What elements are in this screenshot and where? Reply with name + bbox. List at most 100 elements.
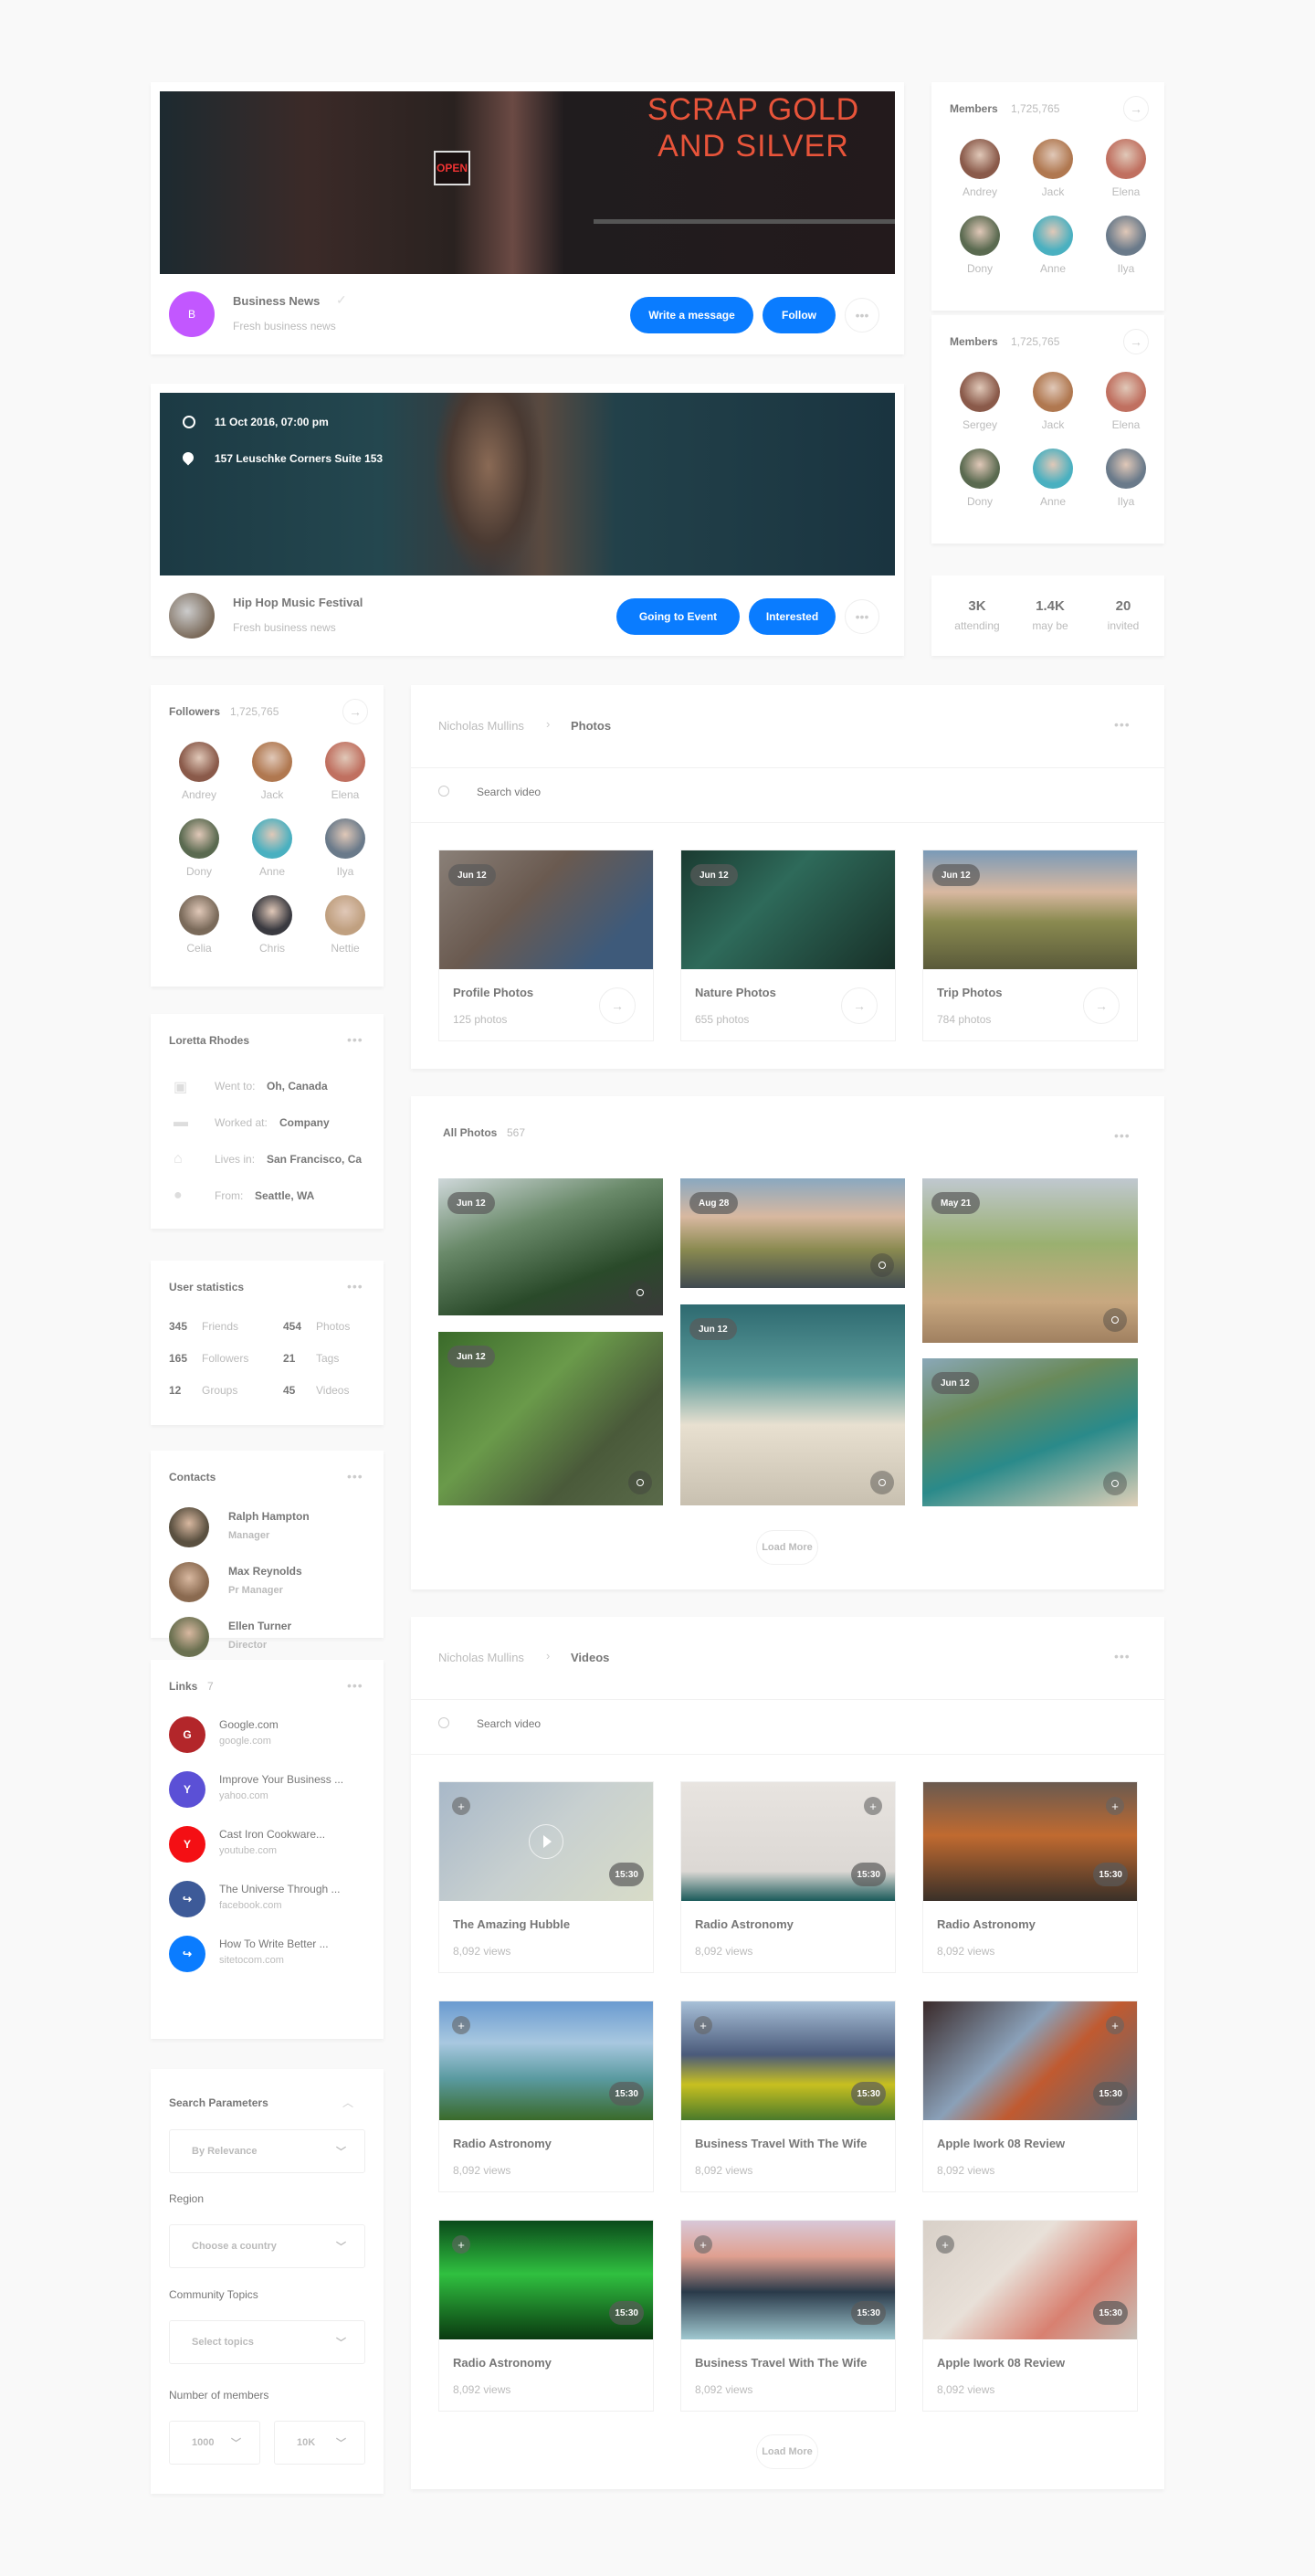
album-card[interactable]: Jun 12 Trip Photos 784 photos → <box>922 850 1138 1041</box>
video-card[interactable]: +15:30 Radio Astronomy 8,092 views <box>438 2220 654 2412</box>
photos-search-input[interactable] <box>477 782 1025 802</box>
person-item[interactable]: Andrey <box>948 139 1012 198</box>
topics-select[interactable]: Select topics ﹀ <box>169 2320 365 2364</box>
videos-search-input[interactable] <box>477 1714 1025 1734</box>
divider <box>411 767 1164 768</box>
more-dots-icon[interactable]: ••• <box>845 599 879 634</box>
region-select[interactable]: Choose a country ﹀ <box>169 2224 365 2268</box>
contact-item[interactable]: Max Reynolds Pr Manager <box>169 1562 365 1606</box>
write-message-button[interactable]: Write a message <box>630 297 753 333</box>
photo-tile[interactable]: Jun 12 <box>438 1332 663 1505</box>
person-item[interactable]: Celia <box>167 895 231 955</box>
person-item[interactable]: Ilya <box>313 818 377 878</box>
more-dots-icon[interactable]: ••• <box>347 1279 363 1293</box>
more-dots-icon[interactable]: ••• <box>347 1032 363 1047</box>
zoom-icon[interactable] <box>870 1253 894 1277</box>
event-name: Hip Hop Music Festival <box>233 596 363 609</box>
link-item[interactable]: ↪ How To Write Better ... sitetocom.com <box>169 1936 365 1976</box>
breadcrumb-root[interactable]: Nicholas Mullins <box>438 1651 524 1664</box>
video-card[interactable]: +15:30 Radio Astronomy 8,092 views <box>680 1781 896 1973</box>
date-badge: May 21 <box>931 1192 981 1214</box>
add-icon[interactable]: + <box>452 1797 470 1815</box>
chevron-up-icon[interactable]: ︿ <box>342 2095 353 2110</box>
person-item[interactable]: Anne <box>1021 449 1085 508</box>
add-icon[interactable]: + <box>452 2016 470 2034</box>
link-item[interactable]: Y Cast Iron Cookware... youtube.com <box>169 1826 365 1866</box>
person-item[interactable]: Jack <box>1021 139 1085 198</box>
video-card[interactable]: +15:30 Apple Iwork 08 Review 8,092 views <box>922 2220 1138 2412</box>
interested-button[interactable]: Interested <box>749 598 836 635</box>
load-more-button[interactable]: Load More <box>756 1530 818 1565</box>
contact-item[interactable]: Ellen Turner Director <box>169 1617 365 1661</box>
video-card[interactable]: +15:30 Business Travel With The Wife 8,092… <box>680 2001 896 2192</box>
contact-item[interactable]: Ralph Hampton Manager <box>169 1507 365 1551</box>
arrow-right-icon[interactable]: → <box>1123 96 1149 121</box>
zoom-icon[interactable] <box>1103 1308 1127 1332</box>
add-icon[interactable]: + <box>864 1797 882 1815</box>
person-item[interactable]: Dony <box>948 216 1012 275</box>
person-item[interactable]: Andrey <box>167 742 231 801</box>
person-item[interactable]: Elena <box>1094 372 1158 431</box>
person-item[interactable]: Elena <box>313 742 377 801</box>
arrow-right-icon[interactable]: → <box>342 699 368 724</box>
zoom-icon[interactable] <box>870 1471 894 1494</box>
zoom-icon[interactable] <box>628 1471 652 1494</box>
person-item[interactable]: Anne <box>1021 216 1085 275</box>
person-item[interactable]: Dony <box>948 449 1012 508</box>
members-min-select[interactable]: 1000 ﹀ <box>169 2421 260 2465</box>
person-item[interactable]: Sergey <box>948 372 1012 431</box>
add-icon[interactable]: + <box>694 2016 712 2034</box>
person-item[interactable]: Anne <box>240 818 304 878</box>
sort-select[interactable]: By Relevance ﹀ <box>169 2129 365 2173</box>
follow-button[interactable]: Follow <box>763 297 836 333</box>
photo-tile[interactable]: Jun 12 <box>680 1304 905 1505</box>
more-dots-icon[interactable]: ••• <box>1114 1128 1131 1143</box>
play-icon[interactable] <box>529 1824 563 1859</box>
video-card[interactable]: +15:30 Business Travel With The Wife 8,092… <box>680 2220 896 2412</box>
album-card[interactable]: Jun 12 Profile Photos 125 photos → <box>438 850 654 1041</box>
members-max-select[interactable]: 10K ﹀ <box>274 2421 365 2465</box>
add-icon[interactable]: + <box>452 2235 470 2254</box>
date-badge: Jun 12 <box>690 864 738 886</box>
more-dots-icon[interactable]: ••• <box>1114 717 1131 732</box>
person-item[interactable]: Jack <box>1021 372 1085 431</box>
person-item[interactable]: Dony <box>167 818 231 878</box>
video-card[interactable]: +15:30 The Amazing Hubble 8,092 views <box>438 1781 654 1973</box>
link-item[interactable]: Y Improve Your Business ... yahoo.com <box>169 1771 365 1811</box>
link-item[interactable]: G Google.com google.com <box>169 1716 365 1757</box>
photo-tile[interactable]: Jun 12 <box>922 1358 1138 1506</box>
photo-tile[interactable]: Aug 28 <box>680 1178 905 1288</box>
person-item[interactable]: Ilya <box>1094 216 1158 275</box>
photo-tile[interactable]: Jun 12 <box>438 1178 663 1315</box>
video-card[interactable]: +15:30 Radio Astronomy 8,092 views <box>438 2001 654 2192</box>
album-card[interactable]: Jun 12 Nature Photos 655 photos → <box>680 850 896 1041</box>
arrow-right-icon[interactable]: → <box>1123 329 1149 354</box>
link-item[interactable]: ↪ The Universe Through ... facebook.com <box>169 1881 365 1921</box>
going-to-event-button[interactable]: Going to Event <box>616 598 740 635</box>
add-icon[interactable]: + <box>1106 2016 1124 2034</box>
contact-name: Ralph Hampton <box>228 1510 310 1523</box>
more-dots-icon[interactable]: ••• <box>845 298 879 333</box>
zoom-icon[interactable] <box>628 1281 652 1304</box>
video-card[interactable]: +15:30 Radio Astronomy 8,092 views <box>922 1781 1138 1973</box>
more-dots-icon[interactable]: ••• <box>347 1678 363 1693</box>
add-icon[interactable]: + <box>1106 1797 1124 1815</box>
zoom-icon[interactable] <box>1103 1472 1127 1495</box>
arrow-right-icon[interactable]: → <box>599 987 636 1024</box>
person-item[interactable]: Jack <box>240 742 304 801</box>
load-more-button[interactable]: Load More <box>756 2434 818 2469</box>
person-item[interactable]: Nettie <box>313 895 377 955</box>
video-card[interactable]: +15:30 Apple Iwork 08 Review 8,092 views <box>922 2001 1138 2192</box>
add-icon[interactable]: + <box>694 2235 712 2254</box>
breadcrumb-root[interactable]: Nicholas Mullins <box>438 719 524 733</box>
person-item[interactable]: Ilya <box>1094 449 1158 508</box>
more-dots-icon[interactable]: ••• <box>1114 1649 1131 1663</box>
arrow-right-icon[interactable]: → <box>1083 987 1120 1024</box>
photo-tile[interactable]: May 21 <box>922 1178 1138 1343</box>
person-avatar <box>252 742 292 782</box>
person-item[interactable]: Elena <box>1094 139 1158 198</box>
add-icon[interactable]: + <box>936 2235 954 2254</box>
arrow-right-icon[interactable]: → <box>841 987 878 1024</box>
person-item[interactable]: Chris <box>240 895 304 955</box>
more-dots-icon[interactable]: ••• <box>347 1469 363 1483</box>
